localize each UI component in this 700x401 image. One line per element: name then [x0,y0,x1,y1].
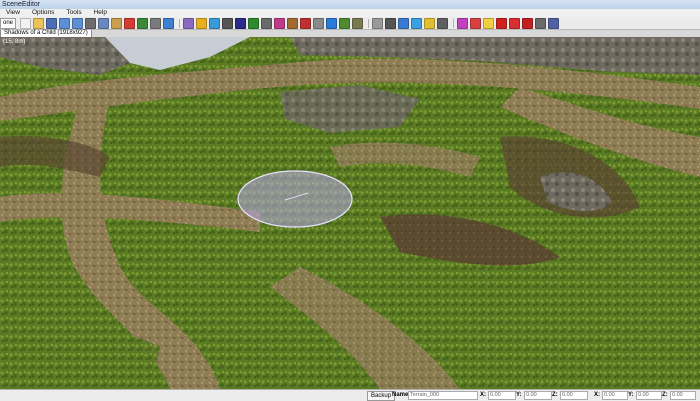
camera2-icon[interactable] [437,17,449,29]
layers-icon[interactable] [300,17,312,29]
tab-scene[interactable]: Shadows of a Child (1918x927) [0,30,92,37]
toolbar-separator [453,18,455,28]
menu-help[interactable]: Help [88,9,113,17]
shapes-icon[interactable] [183,17,195,29]
new-icon[interactable] [20,17,32,29]
rot-z-field[interactable]: 0.00 [670,391,696,400]
toolbar: one [0,17,700,30]
cube-icon[interactable] [548,17,560,29]
pos-x-field[interactable]: 0.00 [488,391,516,400]
toolbar-separator [179,18,181,28]
menu-bar: View Options Tools Help [0,9,700,17]
rot-y-field[interactable]: 0.00 [636,391,662,400]
sky-icon[interactable] [411,17,423,29]
pos-y-field[interactable]: 0.00 [524,391,552,400]
undo-icon[interactable] [59,17,71,29]
pos-z-label: Z: [552,392,558,398]
document-tab-bar: Shadows of a Child (1918x927) [0,30,700,37]
menu-options[interactable]: Options [26,9,60,17]
script-icon[interactable] [535,17,547,29]
name-field[interactable]: Terrain_000 [408,391,478,400]
player-icon[interactable] [457,17,469,29]
rotate-icon[interactable] [163,17,175,29]
toolbar-separator [368,18,370,28]
cut-icon[interactable] [85,17,97,29]
pos-z-field[interactable]: 0.00 [560,391,588,400]
wire-icon[interactable] [385,17,397,29]
tree-icon[interactable] [248,17,260,29]
terrain-render [0,37,700,389]
exclaim-icon[interactable] [509,17,521,29]
rot-x-label: X: [594,392,600,398]
delete-icon[interactable] [124,17,136,29]
mode-dropdown[interactable]: one [0,17,17,29]
zoom-icon[interactable] [137,17,149,29]
dot-icon[interactable] [496,17,508,29]
scene-viewport[interactable]: (15, 8m) [0,37,700,389]
viewport-coordinates: (15, 8m) [3,39,26,45]
heart-icon[interactable] [470,17,482,29]
sun-icon[interactable] [196,17,208,29]
font-icon[interactable] [235,17,247,29]
rock-icon[interactable] [313,17,325,29]
record-icon[interactable] [522,17,534,29]
snap-icon[interactable] [372,17,384,29]
camera-icon[interactable] [222,17,234,29]
save-icon[interactable] [46,17,58,29]
brush-selection [237,170,353,228]
open-icon[interactable] [33,17,45,29]
grid-icon[interactable] [261,17,273,29]
flag-icon[interactable] [398,17,410,29]
window-title: SceneEditor [2,1,41,8]
menu-tools[interactable]: Tools [60,9,87,17]
paste-icon[interactable] [111,17,123,29]
brush-icon[interactable] [287,17,299,29]
copy-icon[interactable] [98,17,110,29]
rot-x-field[interactable]: 0.00 [602,391,628,400]
status-bar: Backup Name: Terrain_000 X: 0.00 Y: 0.00… [0,389,700,401]
water-icon[interactable] [326,17,338,29]
globe-icon[interactable] [209,17,221,29]
bulb-icon[interactable] [483,17,495,29]
rot-y-label: Y: [628,392,634,398]
rot-z-label: Z: [662,392,668,398]
pos-x-label: X: [480,392,486,398]
terrain-icon[interactable] [339,17,351,29]
select-icon[interactable] [150,17,162,29]
menu-view[interactable]: View [0,9,26,17]
pos-y-label: Y: [516,392,522,398]
redo-icon[interactable] [72,17,84,29]
mountain-icon[interactable] [352,17,364,29]
light-icon[interactable] [424,17,436,29]
paint-icon[interactable] [274,17,286,29]
